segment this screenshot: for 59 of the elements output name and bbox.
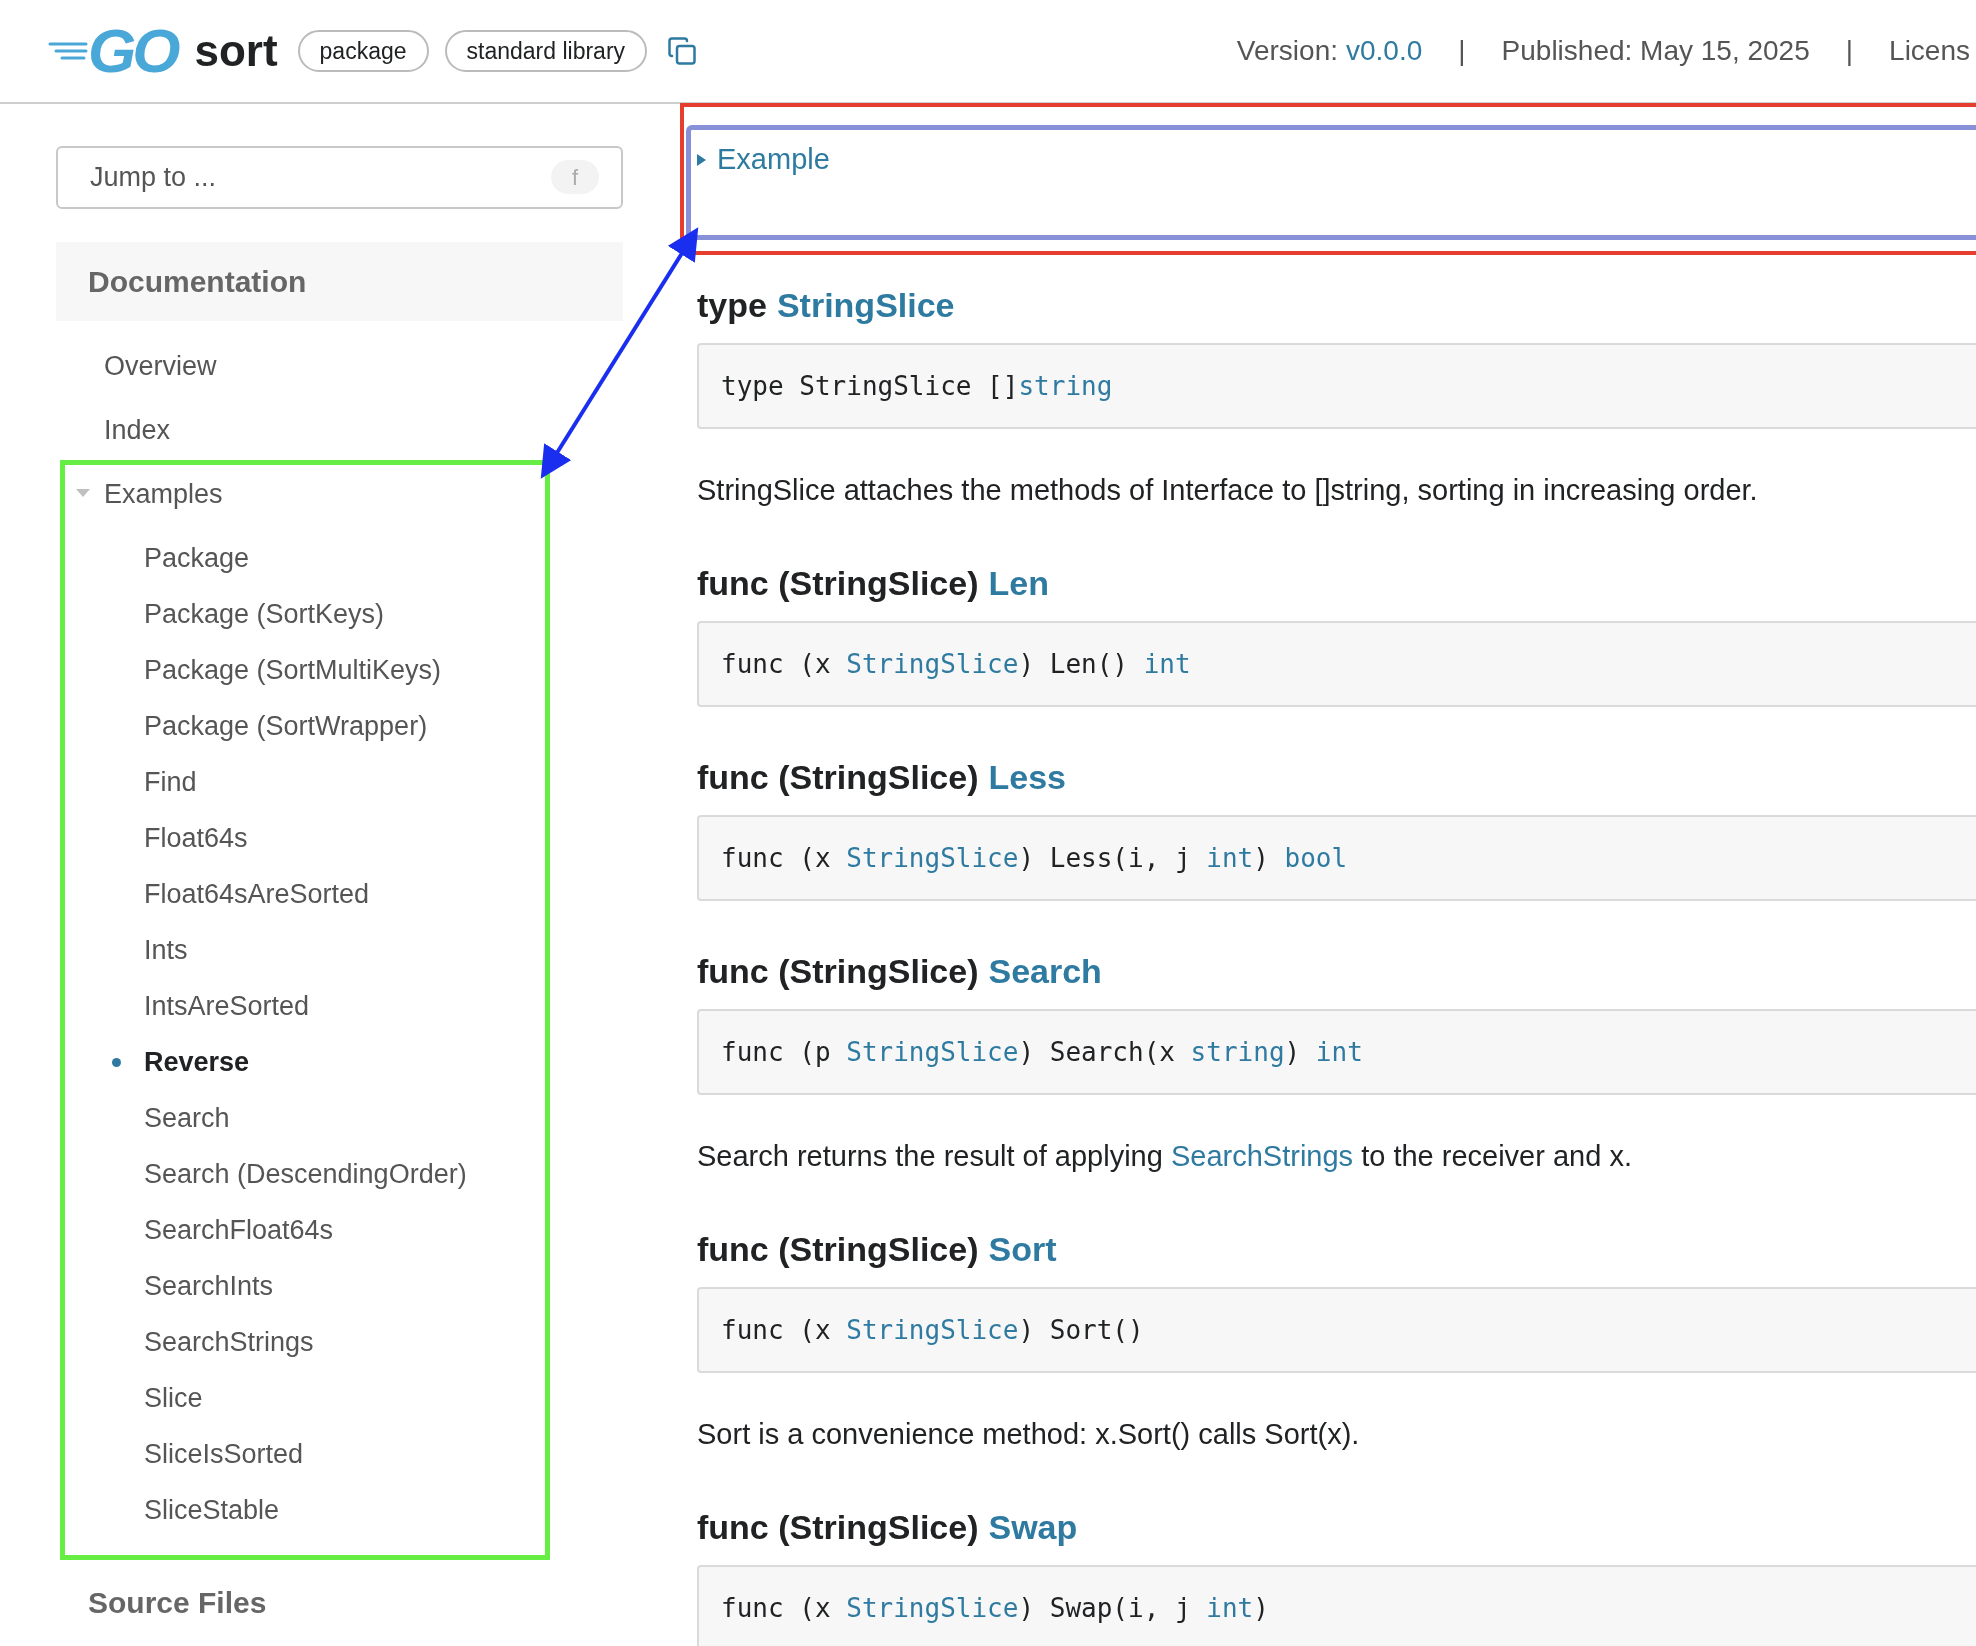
sidebar-link[interactable]: Overview [104, 345, 217, 387]
declaration-heading: func (StringSlice) [697, 562, 979, 604]
example-link[interactable]: Package [144, 537, 250, 579]
separator-text: | [1458, 34, 1466, 68]
section-header: Source Files [87, 1585, 268, 1621]
code-block: type StringSlice []string [697, 343, 1976, 429]
example-link[interactable]: Float64sAreSorted [144, 873, 370, 915]
declaration-link[interactable]: StringSlice [776, 279, 955, 331]
declaration-link[interactable]: Swap [988, 1501, 1078, 1553]
declaration-link[interactable]: Less [988, 751, 1066, 803]
package-title: sort [194, 25, 278, 77]
speed-lines-icon [48, 40, 88, 62]
example-link[interactable]: SliceStable [144, 1489, 280, 1531]
example-link[interactable]: Ints [144, 929, 188, 971]
code-block: func (x StringSlice) Sort() [697, 1287, 1976, 1373]
example-link[interactable]: Slice [144, 1377, 203, 1419]
code-block: func (x StringSlice) Swap(i, j int) [697, 1565, 1976, 1646]
description-text: Search returns the result of applying SearchStrings to the receiver and x. [697, 1139, 1633, 1173]
example-link[interactable]: Find [144, 761, 197, 803]
declaration-heading: func (StringSlice) [697, 1228, 979, 1270]
example-link[interactable]: Search (DescendingOrder) [144, 1153, 467, 1195]
declaration-link[interactable]: Len [988, 557, 1049, 609]
declaration-heading: type [697, 284, 767, 326]
caret-icon[interactable] [697, 153, 707, 166]
published-date: Published: May 15, 2025 [1501, 34, 1810, 68]
sidebar-link[interactable]: Index [104, 409, 171, 451]
example-toggle[interactable]: Example [717, 138, 830, 182]
example-link[interactable]: Float64s [144, 817, 248, 859]
sidebar-link[interactable]: Examples [104, 473, 223, 515]
example-link[interactable]: Package (SortMultiKeys) [144, 649, 442, 691]
example-link[interactable]: Package (SortWrapper) [144, 705, 428, 747]
license-text: Licens [1889, 34, 1970, 68]
example-link[interactable]: SliceIsSorted [144, 1433, 304, 1475]
description-text: StringSlice attaches the methods of Interface to []string, sorting in increasing order. [697, 473, 1759, 507]
example-link[interactable]: SearchFloat64s [144, 1209, 334, 1251]
declaration-link[interactable]: Search [988, 945, 1102, 997]
example-link[interactable]: Search [144, 1097, 230, 1139]
description-text: Sort is a convenience method: x.Sort() calls Sort(x). [697, 1417, 1361, 1451]
declaration-heading: func (StringSlice) [697, 1506, 979, 1548]
section-header: Documentation [56, 242, 623, 321]
version-link[interactable]: v0.0.0 [1346, 30, 1423, 72]
example-link[interactable]: SearchInts [144, 1265, 274, 1307]
tag-badge: package [297, 30, 429, 72]
code-block: func (x StringSlice) Less(i, j int) bool [697, 815, 1976, 901]
doc-link[interactable]: SearchStrings [1170, 1140, 1354, 1172]
shortcut-key: f [551, 160, 599, 194]
separator-text: | [1845, 34, 1854, 68]
example-link[interactable]: Reverse [144, 1041, 250, 1083]
example-link[interactable]: IntsAreSorted [144, 985, 310, 1027]
code-block: func (p StringSlice) Search(x string) int [697, 1009, 1976, 1095]
declaration-heading: func (StringSlice) [697, 950, 979, 992]
example-link[interactable]: SearchStrings [144, 1321, 314, 1363]
tag-badge: standard library [444, 30, 648, 72]
declaration-heading: func (StringSlice) [697, 756, 979, 798]
copy-icon[interactable] [667, 36, 698, 66]
code-block: func (x StringSlice) Len() int [697, 621, 1976, 707]
example-link[interactable]: Package (SortKeys) [144, 593, 385, 635]
version-label: Version: [1236, 34, 1338, 68]
declaration-link[interactable]: Sort [988, 1223, 1057, 1275]
